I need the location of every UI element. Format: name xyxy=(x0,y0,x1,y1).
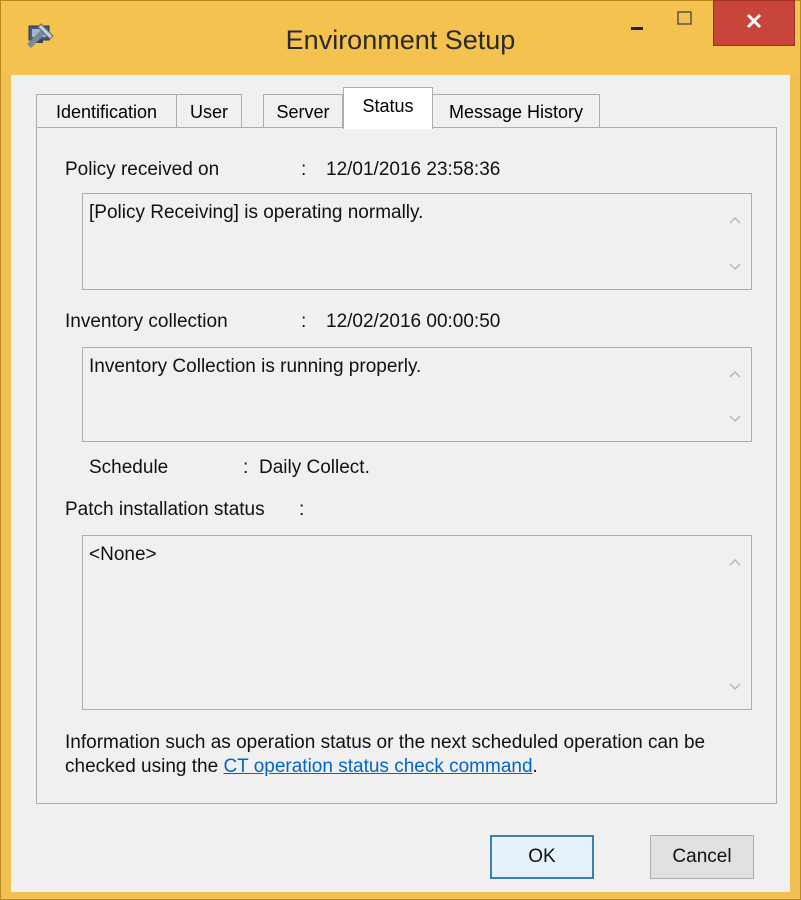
patch-status-box[interactable]: <None> xyxy=(82,535,752,710)
schedule-label: Schedule xyxy=(89,457,169,478)
patch-status-text: <None> xyxy=(89,544,157,565)
tab-server[interactable]: Server xyxy=(263,94,343,128)
ok-button[interactable]: OK xyxy=(490,835,594,879)
inventory-collection-separator: : xyxy=(301,311,307,332)
policy-scrollbar[interactable] xyxy=(720,195,750,288)
chevron-down-icon[interactable] xyxy=(720,672,750,702)
patch-status-separator: : xyxy=(299,499,305,520)
inventory-scrollbar[interactable] xyxy=(720,349,750,440)
title-bar[interactable]: Environment Setup xyxy=(1,0,800,75)
info-text-after: . xyxy=(532,756,538,777)
minimize-icon xyxy=(631,27,643,30)
policy-received-label: Policy received on xyxy=(65,159,220,180)
policy-message-box[interactable]: [Policy Receiving] is operating normally… xyxy=(82,193,752,290)
cancel-button[interactable]: Cancel xyxy=(650,835,754,879)
schedule-value: Daily Collect. xyxy=(259,457,370,478)
tab-message-history[interactable]: Message History xyxy=(432,94,600,128)
tab-user[interactable]: User xyxy=(176,94,242,128)
schedule-separator: : xyxy=(243,457,249,478)
patch-scrollbar[interactable] xyxy=(720,537,750,708)
close-button[interactable] xyxy=(713,0,795,46)
inventory-message-text: Inventory Collection is running properly… xyxy=(89,356,422,377)
patch-status-label: Patch installation status xyxy=(65,499,265,520)
dialog-window: Environment Setup Identification User Se… xyxy=(0,0,801,900)
policy-received-separator: : xyxy=(301,159,307,180)
inventory-collection-label: Inventory collection xyxy=(65,311,228,332)
minimize-button[interactable] xyxy=(613,1,659,45)
ct-operation-status-link[interactable]: CT operation status check command xyxy=(223,756,532,777)
tab-status[interactable]: Status xyxy=(343,87,433,129)
maximize-button[interactable] xyxy=(661,1,707,45)
close-icon xyxy=(746,13,762,29)
tab-identification[interactable]: Identification xyxy=(36,94,177,128)
chevron-down-icon[interactable] xyxy=(720,252,750,282)
chevron-up-icon[interactable] xyxy=(720,359,750,389)
policy-received-value: 12/01/2016 23:58:36 xyxy=(326,159,501,180)
info-text: Information such as operation status or … xyxy=(65,731,765,779)
maximize-icon xyxy=(677,11,692,25)
chevron-down-icon[interactable] xyxy=(720,404,750,434)
inventory-message-box[interactable]: Inventory Collection is running properly… xyxy=(82,347,752,442)
chevron-up-icon[interactable] xyxy=(720,205,750,235)
dialog-client-area: Identification User Server Status Messag… xyxy=(11,75,790,892)
policy-message-text: [Policy Receiving] is operating normally… xyxy=(89,202,424,223)
inventory-collection-value: 12/02/2016 00:00:50 xyxy=(326,311,501,332)
chevron-up-icon[interactable] xyxy=(720,547,750,577)
